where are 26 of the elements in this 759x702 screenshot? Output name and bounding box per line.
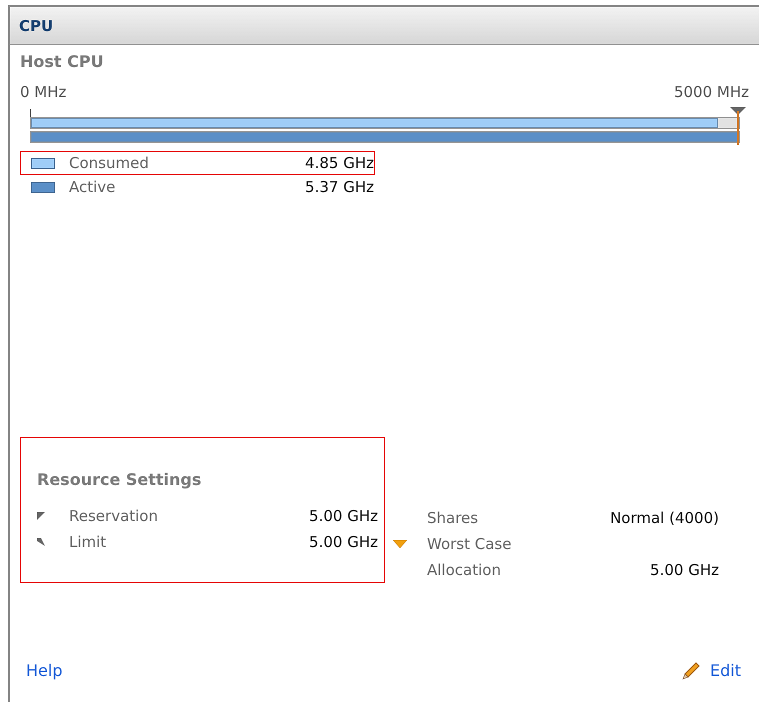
legend-value: 5.37 GHz [305, 178, 374, 196]
setting-label: Reservation [69, 507, 158, 525]
legend-label: Consumed [69, 154, 149, 172]
limit-marker-icon [729, 107, 747, 145]
legend-label: Active [69, 178, 116, 196]
edit-link[interactable]: Edit [710, 660, 741, 680]
panel-title: CPU [19, 16, 54, 34]
legend-value: 4.85 GHz [305, 154, 374, 172]
allocation-label: Allocation [427, 561, 501, 579]
allocation-label: Worst Case [427, 535, 512, 553]
setting-value: 5.00 GHz [309, 533, 378, 551]
triangle-icon [393, 540, 407, 548]
pencil-icon [682, 660, 702, 680]
setting-value: 5.00 GHz [309, 507, 378, 525]
scale-max-label: 5000 MHz [674, 83, 749, 101]
section-title: Resource Settings [37, 470, 202, 489]
section-title: Host CPU [20, 52, 104, 71]
setting-label: Limit [69, 533, 106, 551]
reservation-icon [37, 512, 45, 520]
scale-tick [30, 109, 31, 117]
allocation-value: Normal (4000) [610, 509, 719, 527]
limit-icon [37, 538, 45, 546]
allocation-label: Shares [427, 509, 478, 527]
allocation-value: 5.00 GHz [650, 561, 719, 579]
help-link[interactable]: Help [26, 660, 62, 680]
scale-min-label: 0 MHz [20, 83, 66, 101]
